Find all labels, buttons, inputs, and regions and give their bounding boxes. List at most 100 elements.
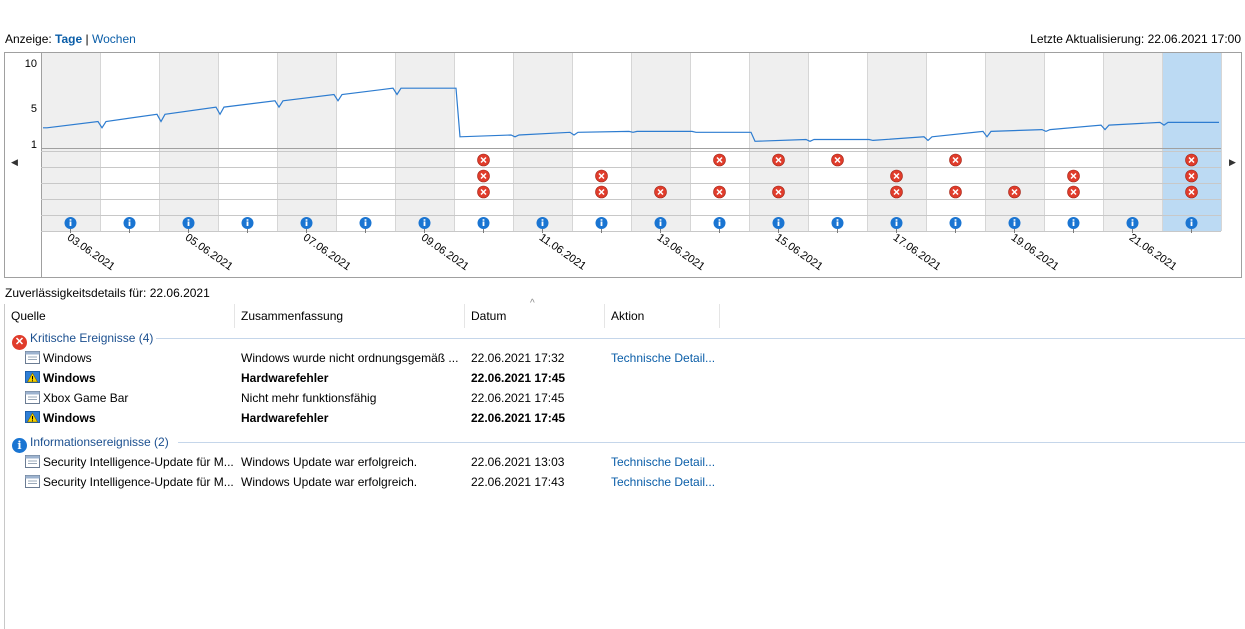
row-date: 22.06.2021 17:45	[471, 391, 565, 405]
info-icon-dot	[1190, 219, 1193, 221]
chart-column	[808, 53, 867, 231]
info-icon-stem	[1131, 221, 1134, 226]
column-header-summary[interactable]: Zusammenfassung	[235, 304, 465, 328]
list-row[interactable]: Security Intelligence-Update für M... Win…	[0, 472, 1245, 492]
row-summary: Hardwarefehler	[241, 411, 329, 425]
sort-caret-icon: ^	[530, 298, 535, 309]
group-critical-label: Kritische Ereignisse (4)	[30, 331, 154, 345]
view-selector: Anzeige: Tage | Wochen	[5, 32, 136, 46]
app-window-icon	[25, 454, 40, 468]
info-icon-stem	[305, 221, 308, 226]
info-icon-dot	[600, 219, 603, 221]
hardware-warning-icon	[25, 370, 40, 383]
chart-column	[41, 53, 100, 231]
chart-column	[277, 53, 336, 231]
x-tick-label: 05.06.2021	[183, 232, 235, 273]
view-weeks-link[interactable]: Wochen	[92, 32, 136, 46]
row-date: 22.06.2021 17:43	[471, 475, 565, 489]
info-icon-dot	[1013, 219, 1016, 221]
row-source-label: Windows	[43, 411, 96, 425]
x-tick-label: 09.06.2021	[419, 232, 471, 273]
column-header-source[interactable]: Quelle	[5, 304, 235, 328]
info-icon-dot	[246, 219, 249, 221]
info-icon-dot	[1131, 219, 1134, 221]
chart-column	[749, 53, 808, 231]
app-window-icon	[25, 390, 40, 404]
list-row[interactable]: Windows Windows wurde nicht ordnungsgemäß…	[0, 348, 1245, 368]
info-icon-dot	[541, 219, 544, 221]
reliability-chart[interactable]: 10 5 1 03.06.2021 05.06.2021 07.06.2021 09.06.…	[4, 52, 1242, 278]
chart-column	[867, 53, 926, 231]
chart-column	[159, 53, 218, 231]
top-bar: Anzeige: Tage | Wochen Letzte Aktualisie…	[0, 0, 1245, 50]
hardware-warning-icon	[25, 410, 40, 423]
row-source-label: Windows	[43, 351, 92, 365]
group-critical-events[interactable]: ✕ Kritische Ereignisse (4)	[12, 329, 154, 350]
list-row[interactable]: Windows Hardwarefehler 22.06.2021 17:45	[0, 408, 1245, 428]
chart-column	[218, 53, 277, 231]
row-date: 22.06.2021 17:45	[471, 411, 566, 425]
technical-details-link[interactable]: Technische Detail...	[611, 472, 751, 492]
info-icon-stem	[777, 221, 780, 226]
chart-column	[100, 53, 159, 231]
row-date: 22.06.2021 17:45	[471, 371, 566, 385]
chart-column	[690, 53, 749, 231]
list-row[interactable]: Xbox Game Bar Nicht mehr funktionsfähig 22…	[0, 388, 1245, 408]
info-icon-dot	[69, 219, 72, 221]
info-icon-stem	[482, 221, 485, 226]
list-row[interactable]: Windows Hardwarefehler 22.06.2021 17:45	[0, 368, 1245, 388]
technical-details-link[interactable]: Technische Detail...	[611, 452, 751, 472]
view-separator: |	[85, 32, 89, 46]
scroll-left-arrow[interactable]: ◀	[11, 157, 18, 168]
y-tick-label: 5	[31, 103, 37, 115]
group-info-events[interactable]: i Informationsereignisse (2)	[12, 433, 169, 453]
group-critical-rule	[156, 338, 1245, 339]
info-icon-dot	[895, 219, 898, 221]
row-date: 22.06.2021 13:03	[471, 455, 565, 469]
chart-column	[1103, 53, 1162, 231]
row-summary: Nicht mehr funktionsfähig	[241, 391, 377, 405]
list-row[interactable]: Security Intelligence-Update für M... Win…	[0, 452, 1245, 472]
info-icon-dot	[1072, 219, 1075, 221]
info-icon-dot	[482, 219, 485, 221]
app-window-icon	[25, 350, 40, 364]
group-info-rule	[178, 442, 1245, 443]
info-icon-dot	[718, 219, 721, 221]
view-days-link[interactable]: Tage	[55, 32, 82, 46]
info-icon-stem	[541, 221, 544, 226]
details-title: Zuverlässigkeitsdetails für: 22.06.2021	[5, 286, 210, 300]
info-icon-stem	[364, 221, 367, 226]
info-icon-stem	[246, 221, 249, 226]
scroll-right-arrow[interactable]: ▶	[1229, 157, 1236, 168]
info-icon-stem	[1072, 221, 1075, 226]
app-window-icon	[25, 474, 40, 488]
info-icon-stem	[659, 221, 662, 226]
info-icon-dot	[423, 219, 426, 221]
last-update-label: Letzte Aktualisierung: 22.06.2021 17:00	[1030, 32, 1241, 46]
row-source: Windows	[25, 408, 235, 428]
chart-column	[631, 53, 690, 231]
reliability-chart-svg[interactable]: 10 5 1 03.06.2021 05.06.2021 07.06.2021 09.06.…	[5, 53, 1241, 277]
row-source-label: Windows	[43, 371, 96, 385]
technical-details-link[interactable]: Technische Detail...	[611, 348, 751, 368]
chart-column	[1162, 53, 1221, 231]
info-icon-dot	[777, 219, 780, 221]
info-icon-dot	[364, 219, 367, 221]
row-source: Windows	[25, 368, 235, 388]
chart-column	[336, 53, 395, 231]
column-header-date[interactable]: Datum	[465, 304, 605, 328]
chart-column	[926, 53, 985, 231]
info-icon-stem	[128, 221, 131, 226]
info-icon-dot	[187, 219, 190, 221]
info-icon-dot	[305, 219, 308, 221]
row-source: Windows	[25, 348, 235, 368]
chart-column	[1044, 53, 1103, 231]
x-tick-label: 15.06.2021	[773, 232, 825, 273]
info-icon-stem	[423, 221, 426, 226]
info-icon-stem	[895, 221, 898, 226]
column-header-action[interactable]: Aktion	[605, 304, 720, 328]
info-icon-stem	[600, 221, 603, 226]
row-source-label: Security Intelligence-Update für M...	[43, 475, 234, 489]
row-date: 22.06.2021 17:32	[471, 351, 565, 365]
info-icon-stem	[69, 221, 72, 226]
